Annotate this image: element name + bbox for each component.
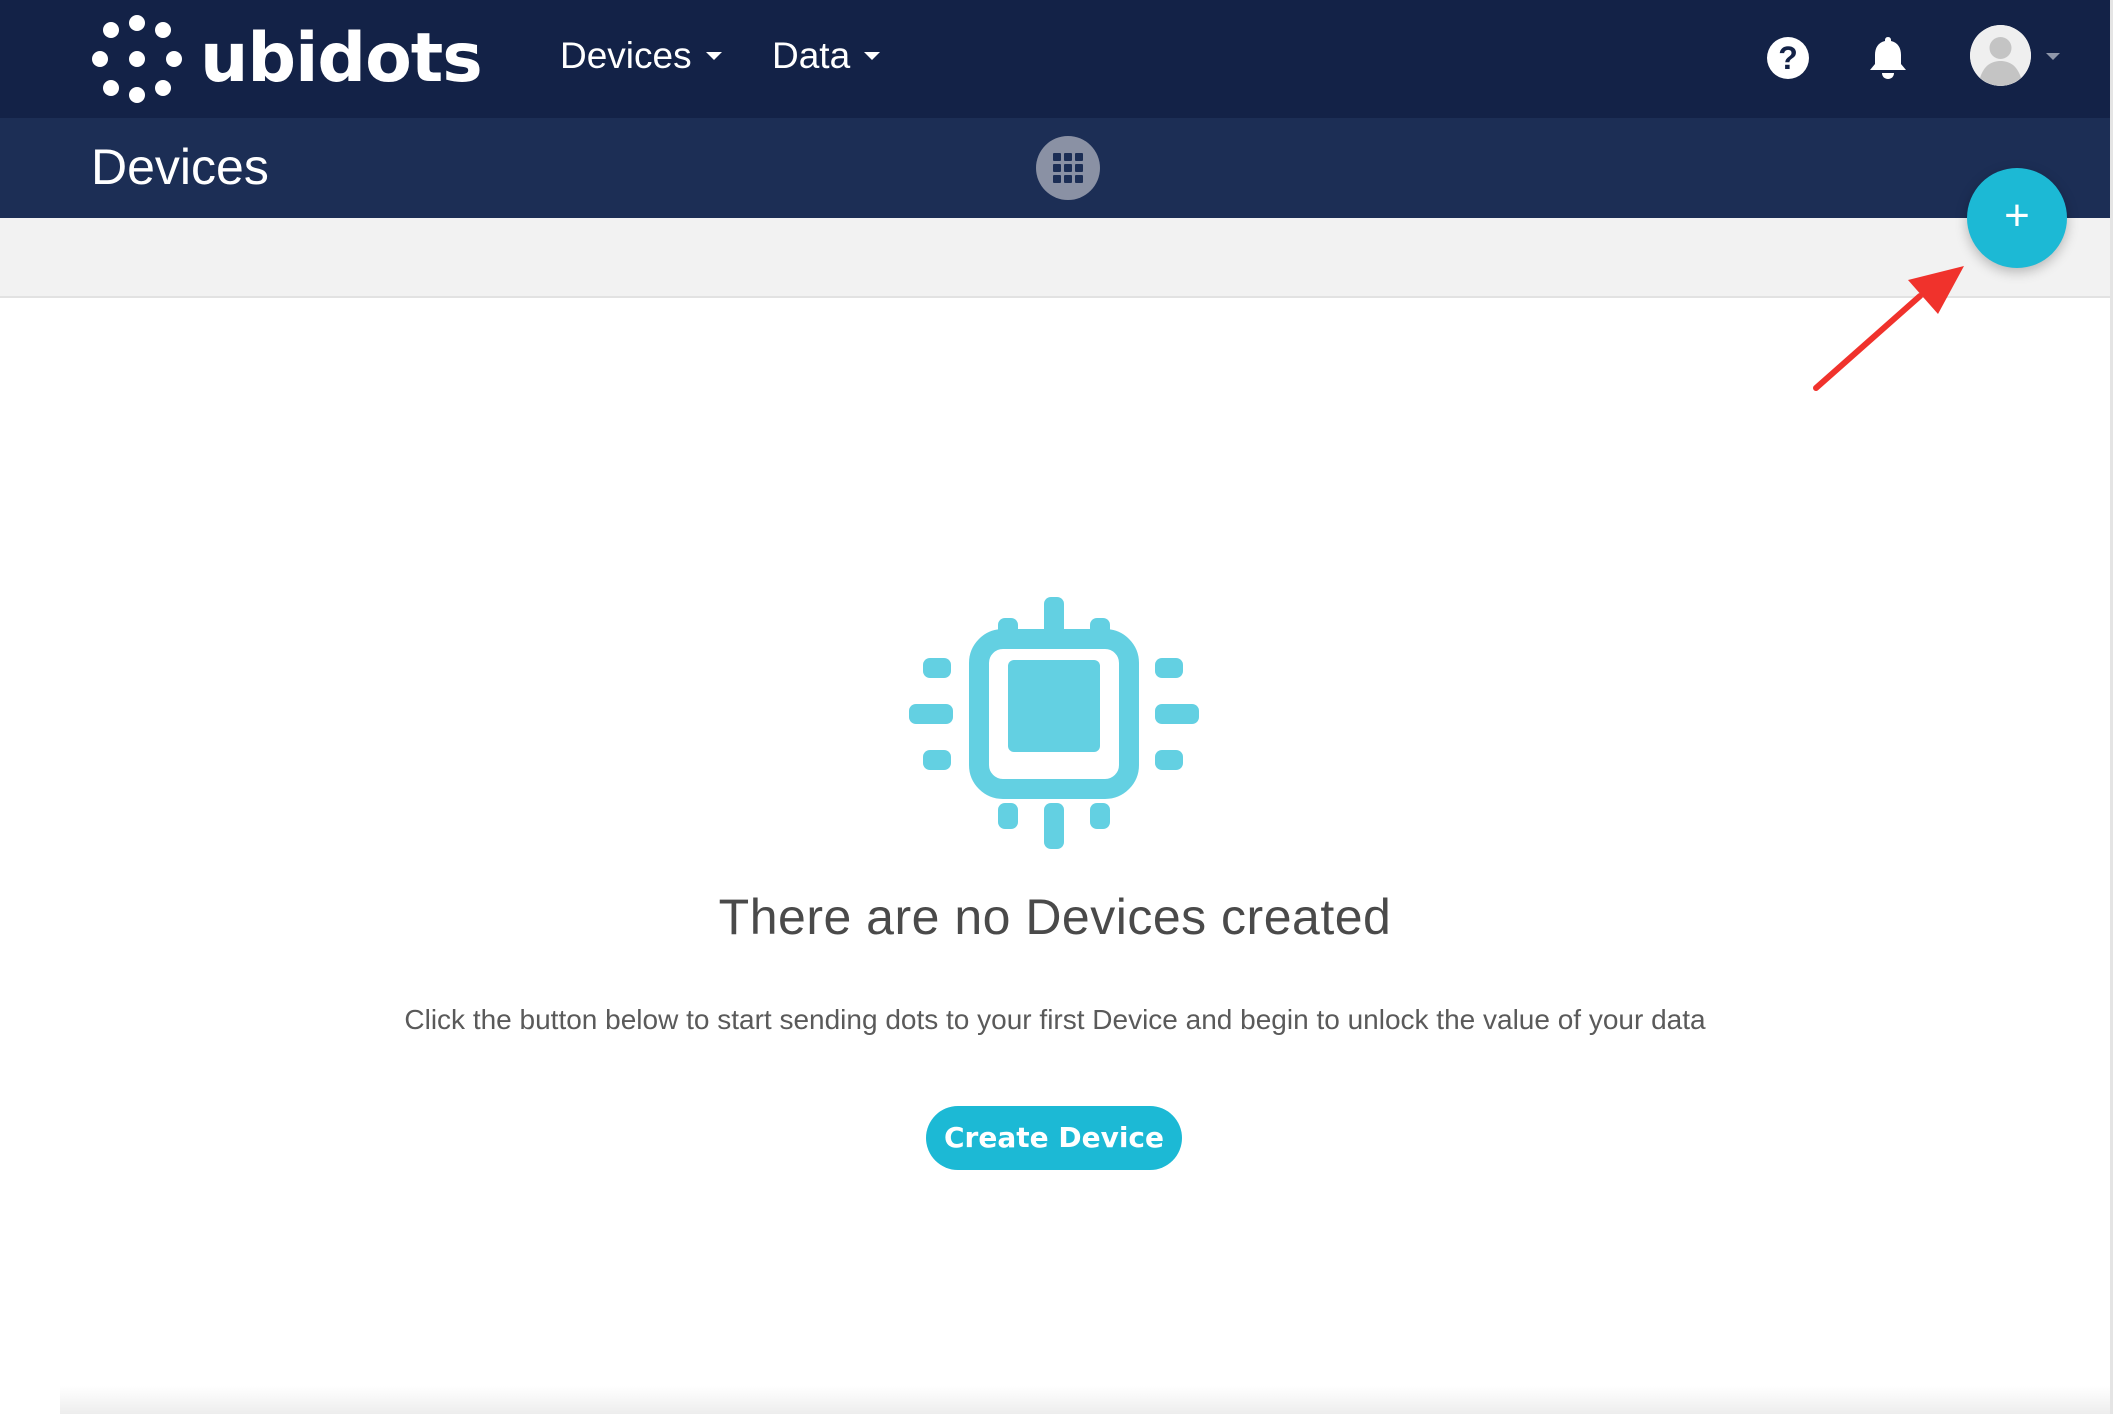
user-avatar-icon[interactable] xyxy=(1970,25,2031,86)
nav-devices-menu[interactable]: Devices xyxy=(560,30,722,82)
empty-state-description: Click the button below to start sending … xyxy=(404,1004,1706,1035)
caret-down-icon xyxy=(864,52,881,60)
annotation-arrow-icon xyxy=(1813,266,1964,391)
bell-icon[interactable] xyxy=(1866,34,1910,80)
logo-text: ubidots xyxy=(200,19,483,98)
nav-devices-label: Devices xyxy=(560,35,692,76)
caret-down-icon[interactable] xyxy=(2046,53,2060,60)
nav-data-menu[interactable]: Data xyxy=(772,30,881,82)
ubidots-logo[interactable]: ubidots xyxy=(92,14,483,104)
scroll-shadow xyxy=(60,1386,2110,1414)
page-title: Devices xyxy=(91,139,269,195)
caret-down-icon xyxy=(705,52,722,60)
empty-state-title: There are no Devices created xyxy=(718,889,1392,945)
create-device-button[interactable]: Create Device xyxy=(926,1106,1182,1170)
grid-view-button[interactable] xyxy=(1036,136,1100,200)
chip-icon xyxy=(909,597,1199,849)
add-device-button[interactable]: + xyxy=(1967,168,2067,268)
question-circle-icon[interactable]: ? xyxy=(1767,37,1809,79)
toolbar-strip xyxy=(0,218,2110,298)
top-navigation-bar: ubidots Devices Data ? xyxy=(0,0,2110,118)
app-window: ubidots Devices Data ? Devices + There a… xyxy=(0,0,2113,1414)
nav-data-label: Data xyxy=(772,35,851,76)
logo-dots-icon xyxy=(92,15,182,103)
page-header-bar: Devices xyxy=(0,118,2110,218)
